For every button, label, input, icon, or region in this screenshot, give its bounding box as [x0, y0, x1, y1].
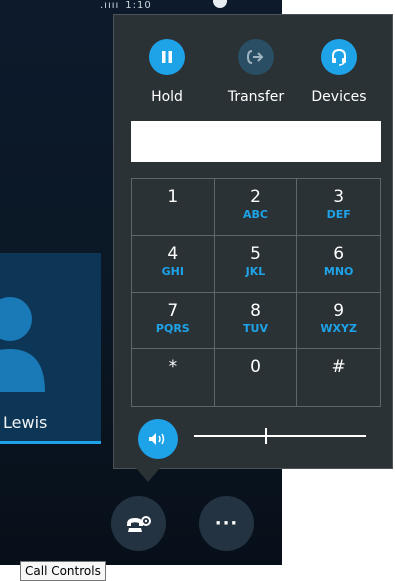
keypad-key[interactable]: 6 MNO: [297, 236, 380, 293]
keypad-letters: GHI: [161, 264, 184, 278]
keypad-digit: 1: [167, 187, 179, 207]
keypad-key[interactable]: 3 DEF: [297, 179, 380, 236]
keypad-key[interactable]: 7 PQRS: [132, 292, 215, 350]
headset-icon: [321, 39, 357, 75]
keypad-letters: WXYZ: [320, 321, 357, 335]
avatar-icon: [0, 297, 45, 392]
keypad-digit: 2: [250, 187, 261, 207]
keypad-letters: DEF: [326, 208, 351, 221]
keypad-key[interactable]: *: [132, 349, 215, 406]
keypad-key[interactable]: #: [297, 349, 380, 406]
call-controls-button[interactable]: [111, 496, 166, 551]
volume-button[interactable]: [138, 419, 178, 459]
keypad-digit: *: [168, 357, 178, 378]
keypad-letters: TUV: [243, 321, 268, 335]
keypad-digit: 9: [333, 300, 345, 321]
keypad-letters: PQRS: [155, 321, 190, 335]
keypad-key[interactable]: 2 ABC: [214, 179, 298, 236]
keypad-letters: ABC: [243, 208, 268, 221]
keypad-key[interactable]: 8 TUV: [214, 292, 298, 350]
dial-pad: 1 2 ABC 3 DEF 4 GHI 5 JKL 6 MNO 7 PQRS 8 TUV 9 WXYZ * 0 #: [131, 178, 381, 407]
devices-label: Devices: [311, 89, 367, 105]
more-icon: ···: [214, 513, 239, 534]
devices-button[interactable]: Devices: [299, 39, 379, 105]
keypad-digit: 0: [250, 357, 261, 378]
volume-slider-thumb[interactable]: [264, 428, 267, 444]
keypad-digit: #: [331, 357, 346, 378]
hold-button[interactable]: Hold: [127, 39, 207, 105]
volume-slider-track[interactable]: [194, 435, 366, 437]
participant-name: Lewis: [3, 413, 48, 432]
keypad-key[interactable]: 1: [132, 179, 215, 236]
transfer-button[interactable]: Transfer: [216, 39, 296, 105]
keypad-digit: 5: [250, 243, 261, 264]
keypad-key[interactable]: 5 JKL: [214, 235, 298, 293]
dial-number-input[interactable]: [131, 121, 381, 162]
keypad-digit: 6: [333, 243, 345, 264]
participant-tile[interactable]: Lewis: [0, 253, 101, 444]
keypad-digit: 8: [250, 300, 261, 321]
pause-icon: [149, 39, 185, 75]
keypad-digit: 3: [333, 187, 345, 207]
transfer-label: Transfer: [227, 89, 285, 105]
keypad-digit: 7: [167, 300, 179, 321]
call-controls-flyout: Hold Transfer Devices 1 2 ABC 3 DEF 4 GHI 5 JKL 6…: [113, 14, 393, 469]
keypad-letters: MNO: [323, 264, 354, 278]
speaker-icon: [149, 433, 165, 445]
tooltip: Call Controls: [20, 561, 106, 581]
status-bar: .ıııı 1:10: [100, 0, 152, 12]
keypad-key[interactable]: 0: [215, 349, 298, 406]
speaking-indicator: [0, 441, 101, 444]
keypad-digit: 4: [167, 243, 179, 264]
keypad-key[interactable]: 9 WXYZ: [297, 293, 380, 350]
keypad-key[interactable]: 4 GHI: [132, 235, 215, 293]
phone-settings-icon: [126, 515, 151, 532]
call-timer: 1:10: [125, 0, 152, 11]
window-indicator: [213, 0, 227, 8]
flyout-pointer: [136, 468, 160, 482]
signal-icon: .ıııı: [100, 0, 120, 11]
transfer-icon: [238, 39, 274, 75]
more-options-button[interactable]: ···: [199, 496, 254, 551]
hold-label: Hold: [151, 89, 183, 105]
keypad-letters: JKL: [245, 264, 266, 278]
